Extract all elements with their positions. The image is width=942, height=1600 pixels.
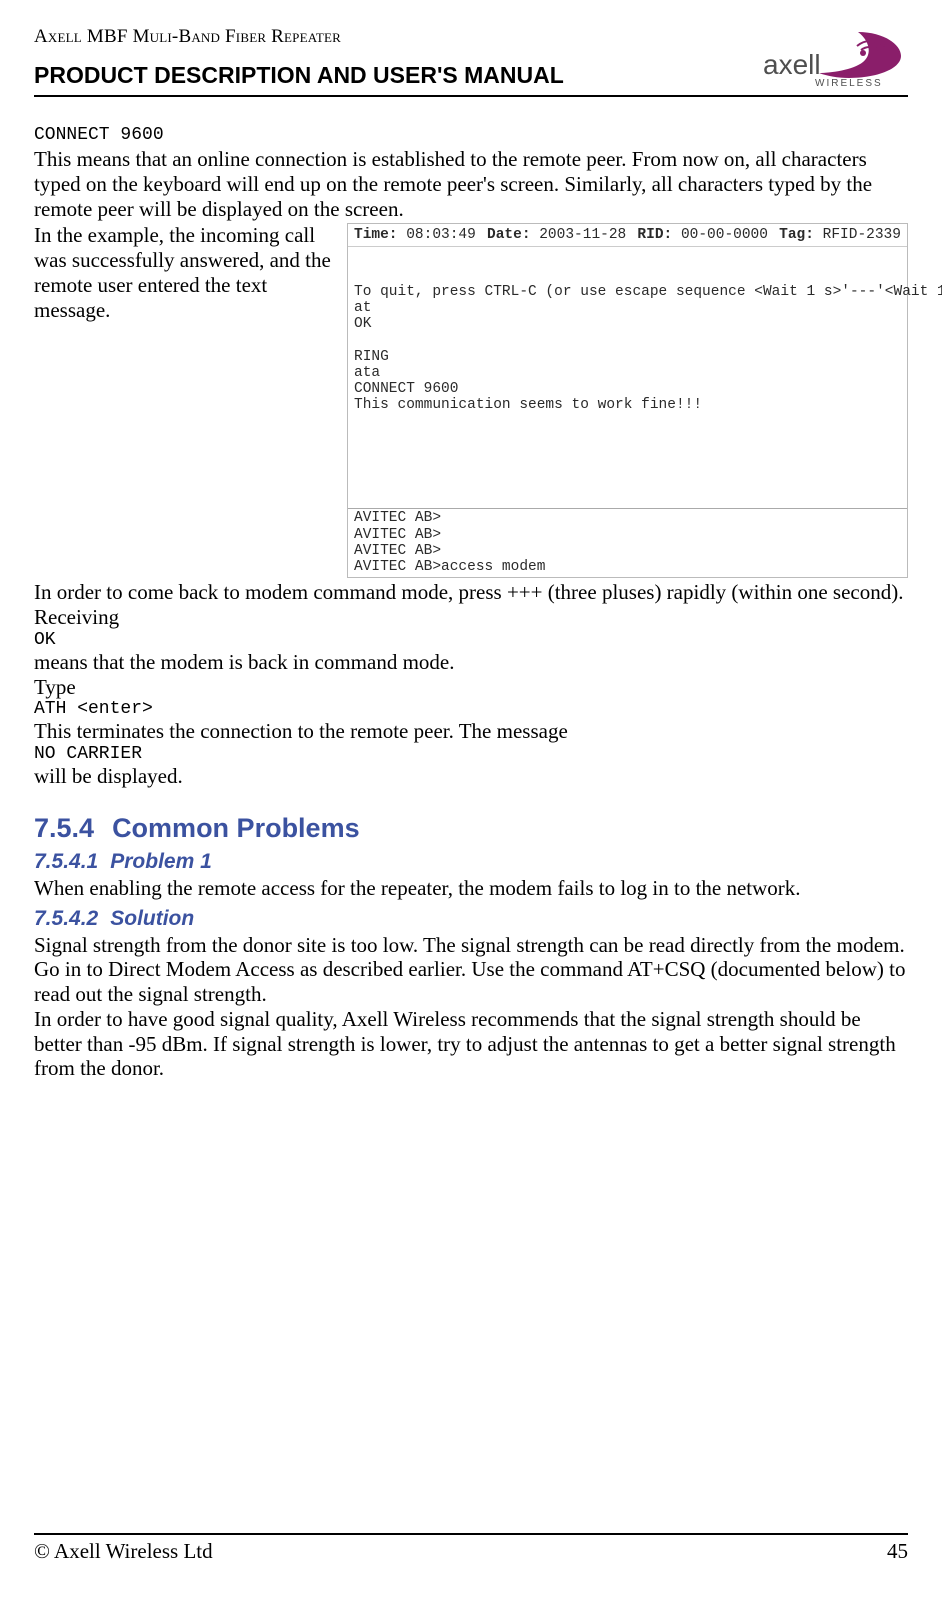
terminal-content: To quit, press CTRL-C (or use escape seq… [348,247,907,508]
paragraph-8: In order to have good signal quality, Ax… [34,1007,908,1081]
subheading-title: Solution [110,907,194,930]
page-number: 45 [887,1539,908,1564]
terminal-screenshot: Time: 08:03:49 Date: 2003-11-28 RID: 00-… [347,223,908,578]
paragraph-7: Signal strength from the donor site is t… [34,933,908,1007]
paragraph-6: When enabling the remote access for the … [34,876,908,901]
svg-text:axell: axell [763,49,821,80]
heading-common-problems: 7.5.4 Common Problems [34,813,908,844]
paragraph-3: means that the modem is back in command … [34,650,908,675]
subheading-number: 7.5.4.1 [34,850,98,873]
heading-solution: 7.5.4.2 Solution [34,907,908,931]
paragraph-5: will be displayed. [34,764,908,789]
svg-text:WIRELESS: WIRELESS [815,78,883,88]
copyright: © Axell Wireless Ltd [34,1539,213,1564]
heading-title: Common Problems [112,813,360,843]
terminal-rid: RID: 00-00-0000 [637,227,768,243]
paragraph-1: This means that an online connection is … [34,147,908,221]
terminal-time: Time: 08:03:49 [354,227,476,243]
header-rule [34,95,908,97]
terminal-topbar: Time: 08:03:49 Date: 2003-11-28 RID: 00-… [348,224,907,247]
example-caption: In the example, the incoming call was su… [34,223,339,578]
example-terminal-wrap: Time: 08:03:49 Date: 2003-11-28 RID: 00-… [347,223,908,578]
terminal-bottom: AVITEC AB> AVITEC AB> AVITEC AB> AVITEC … [348,508,907,577]
receiving-label: Receiving [34,605,908,630]
axell-logo-icon: axell WIRELESS [763,26,908,88]
page-header: Axell MBF Muli-Band Fiber Repeater PRODU… [34,26,908,93]
header-right: axell WIRELESS [703,26,908,93]
paragraph-2: In order to come back to modem command m… [34,580,908,605]
page-footer: © Axell Wireless Ltd 45 [34,1533,908,1564]
ath-line: ATH <enter> [34,699,908,719]
footer-rule [34,1533,908,1535]
doc-title: Axell MBF Muli-Band Fiber Repeater [34,26,703,48]
heading-number: 7.5.4 [34,813,94,843]
heading-problem-1: 7.5.4.1 Problem 1 [34,850,908,874]
terminal-tag: Tag: RFID-2339 [779,227,901,243]
ok-line: OK [34,630,908,650]
brand-logo: axell WIRELESS [763,26,908,93]
connect-line: CONNECT 9600 [34,125,908,145]
terminal-date: Date: 2003-11-28 [487,227,626,243]
subheading-title: Problem 1 [110,850,212,873]
nocarrier-line: NO CARRIER [34,744,908,764]
paragraph-4: This terminates the connection to the re… [34,719,908,744]
doc-subtitle: PRODUCT DESCRIPTION AND USER'S MANUAL [34,62,703,91]
type-label: Type [34,675,908,700]
subheading-number: 7.5.4.2 [34,907,98,930]
header-left: Axell MBF Muli-Band Fiber Repeater PRODU… [34,26,703,91]
example-row: In the example, the incoming call was su… [34,223,908,578]
